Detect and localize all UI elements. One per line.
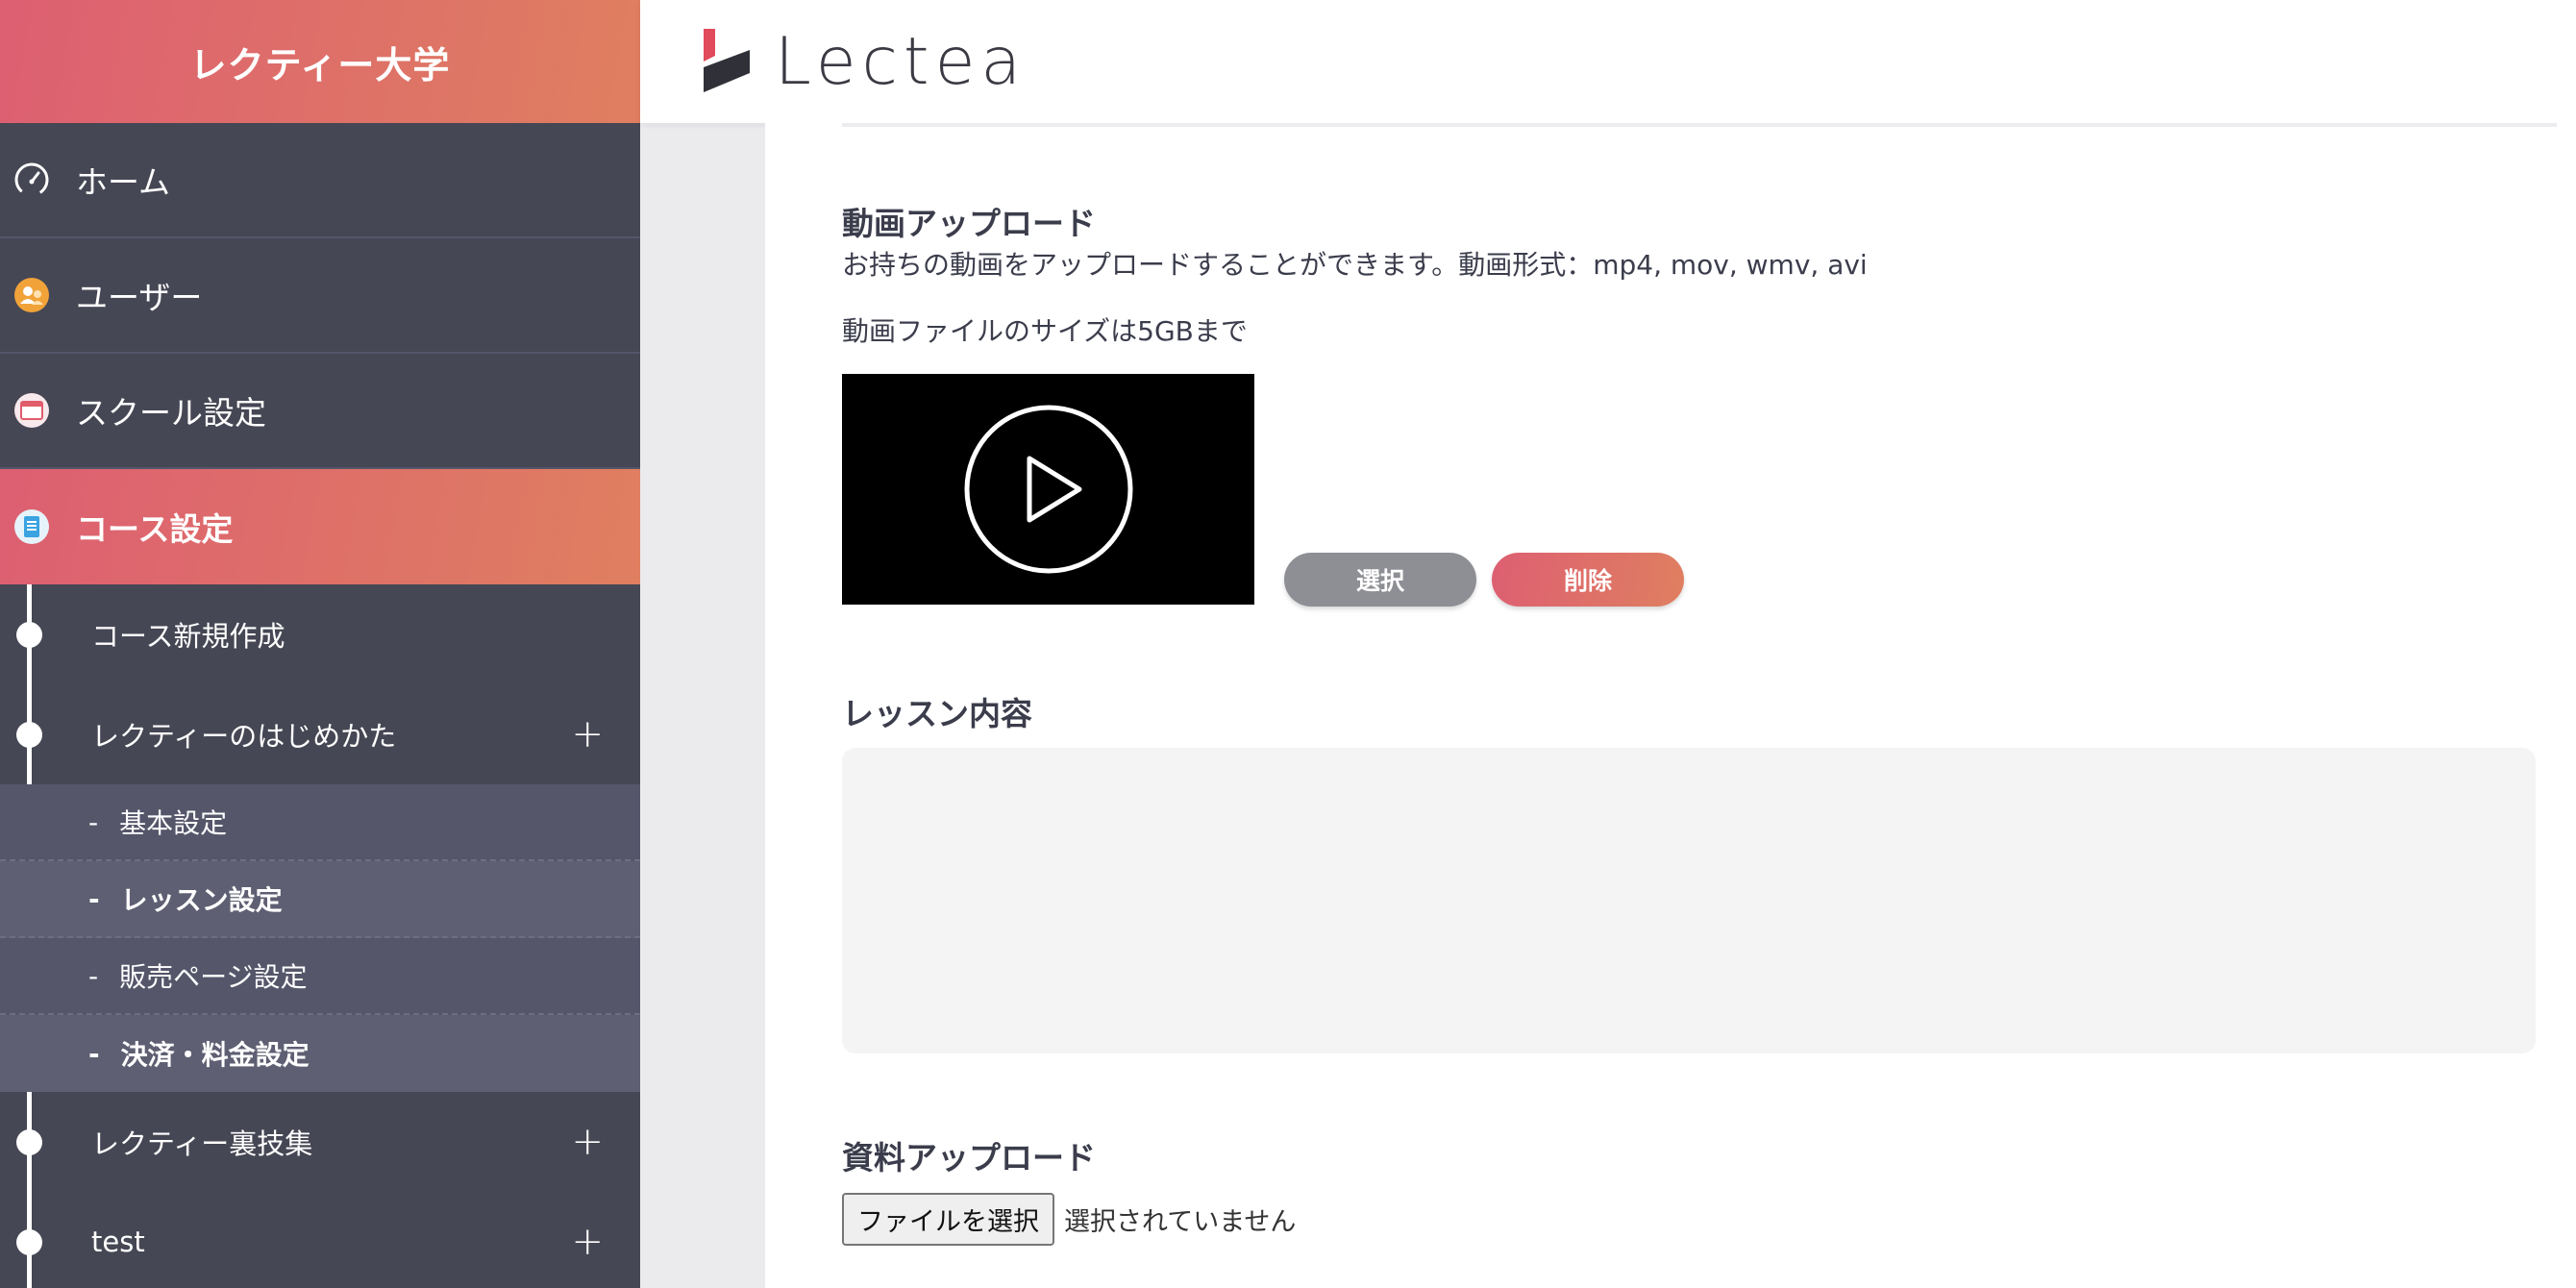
lesson-label: 販売ページ設定 (119, 961, 308, 993)
card-divider (842, 123, 2557, 127)
school-brand[interactable]: レクティー大学 (0, 0, 640, 123)
nav-label-course-settings: コース設定 (76, 510, 234, 548)
lesson-label: 決済・料金設定 (120, 1039, 310, 1071)
video-preview[interactable] (842, 374, 1254, 605)
course-label: test (91, 1226, 145, 1258)
course-list: コース新規作成 レクティーのはじめかた + - 基本設定 - レッスン設定 - … (0, 584, 640, 1288)
video-select-button[interactable]: 選択 (1284, 553, 1476, 607)
lesson-dash: - (88, 805, 99, 838)
lesson-content-textarea[interactable] (842, 748, 2536, 1053)
users-icon (12, 276, 51, 314)
lesson-item-sales-page-settings[interactable]: - 販売ページ設定 (0, 938, 640, 1015)
timeline-dot (16, 721, 42, 748)
lesson-label: レッスン設定 (120, 884, 283, 916)
expand-plus-icon[interactable]: + (571, 1123, 604, 1161)
browser-window-icon (12, 391, 51, 430)
course-label: レクティー裏技集 (91, 1127, 313, 1160)
material-file-input: ファイルを選択 選択されていません (842, 1193, 1296, 1246)
play-icon (964, 405, 1132, 574)
nav-item-course-settings[interactable]: コース設定 (0, 469, 640, 584)
course-item-tips[interactable]: レクティー裏技集 + (0, 1092, 640, 1192)
lesson-item-lesson-settings[interactable]: - レッスン設定 (0, 861, 640, 938)
lesson-dash: - (88, 1037, 100, 1070)
nav-label-school-settings: スクール設定 (76, 394, 266, 432)
sidebar: レクティー大学 ホーム ユーザー スクール設定 コース設定 コース新規作成 レク… (0, 0, 640, 1288)
nav-item-users[interactable]: ユーザー (0, 238, 640, 354)
course-label: コース新規作成 (91, 620, 285, 653)
lesson-dash: - (88, 882, 100, 915)
lesson-content-title: レッスン内容 (842, 695, 1032, 732)
video-upload-title: 動画アップロード (842, 205, 1096, 242)
timeline-dot (16, 1128, 42, 1155)
video-size-note: 動画ファイルのサイズは5GBまで (842, 315, 1248, 347)
document-icon (12, 508, 51, 546)
course-item-new[interactable]: コース新規作成 (0, 584, 640, 684)
course-label: レクティーのはじめかた (91, 720, 397, 753)
nav-label-users: ユーザー (76, 279, 203, 316)
lesson-edit-card: 動画アップロード お持ちの動画をアップロードすることができます。動画形式：mp4… (765, 123, 2576, 1288)
school-name: レクティー大学 (189, 43, 451, 87)
timeline-dot (16, 621, 42, 648)
nav-label-home: ホーム (76, 163, 171, 201)
choose-file-button[interactable]: ファイルを選択 (842, 1193, 1054, 1246)
lectea-logo-mark-icon (704, 29, 750, 92)
nav-item-home[interactable]: ホーム (0, 123, 640, 238)
lesson-dash: - (88, 959, 99, 992)
expand-plus-icon[interactable]: + (571, 715, 604, 754)
top-header: Lectea (640, 0, 2576, 123)
lesson-item-payment-settings[interactable]: - 決済・料金設定 (0, 1015, 640, 1092)
lesson-list: - 基本設定 - レッスン設定 - 販売ページ設定 - 決済・料金設定 (0, 784, 640, 1092)
expand-plus-icon[interactable]: + (571, 1223, 604, 1261)
logo-wordmark: Lectea (775, 23, 1028, 100)
file-status-text: 選択されていません (1064, 1207, 1297, 1237)
lesson-item-basic-settings[interactable]: - 基本設定 (0, 784, 640, 861)
dashboard-gauge-icon (12, 161, 51, 199)
material-upload-title: 資料アップロード (842, 1139, 1096, 1177)
course-item-test[interactable]: test + (0, 1192, 640, 1288)
video-upload-description: お持ちの動画をアップロードすることができます。動画形式：mp4, mov, wm… (842, 249, 1868, 281)
lectea-logo[interactable]: Lectea (700, 24, 1027, 100)
video-delete-button[interactable]: 削除 (1492, 553, 1684, 607)
lesson-label: 基本設定 (119, 807, 228, 839)
course-item-getting-started[interactable]: レクティーのはじめかた + (0, 684, 640, 784)
timeline-dot (16, 1228, 42, 1255)
nav-item-school-settings[interactable]: スクール設定 (0, 354, 640, 469)
